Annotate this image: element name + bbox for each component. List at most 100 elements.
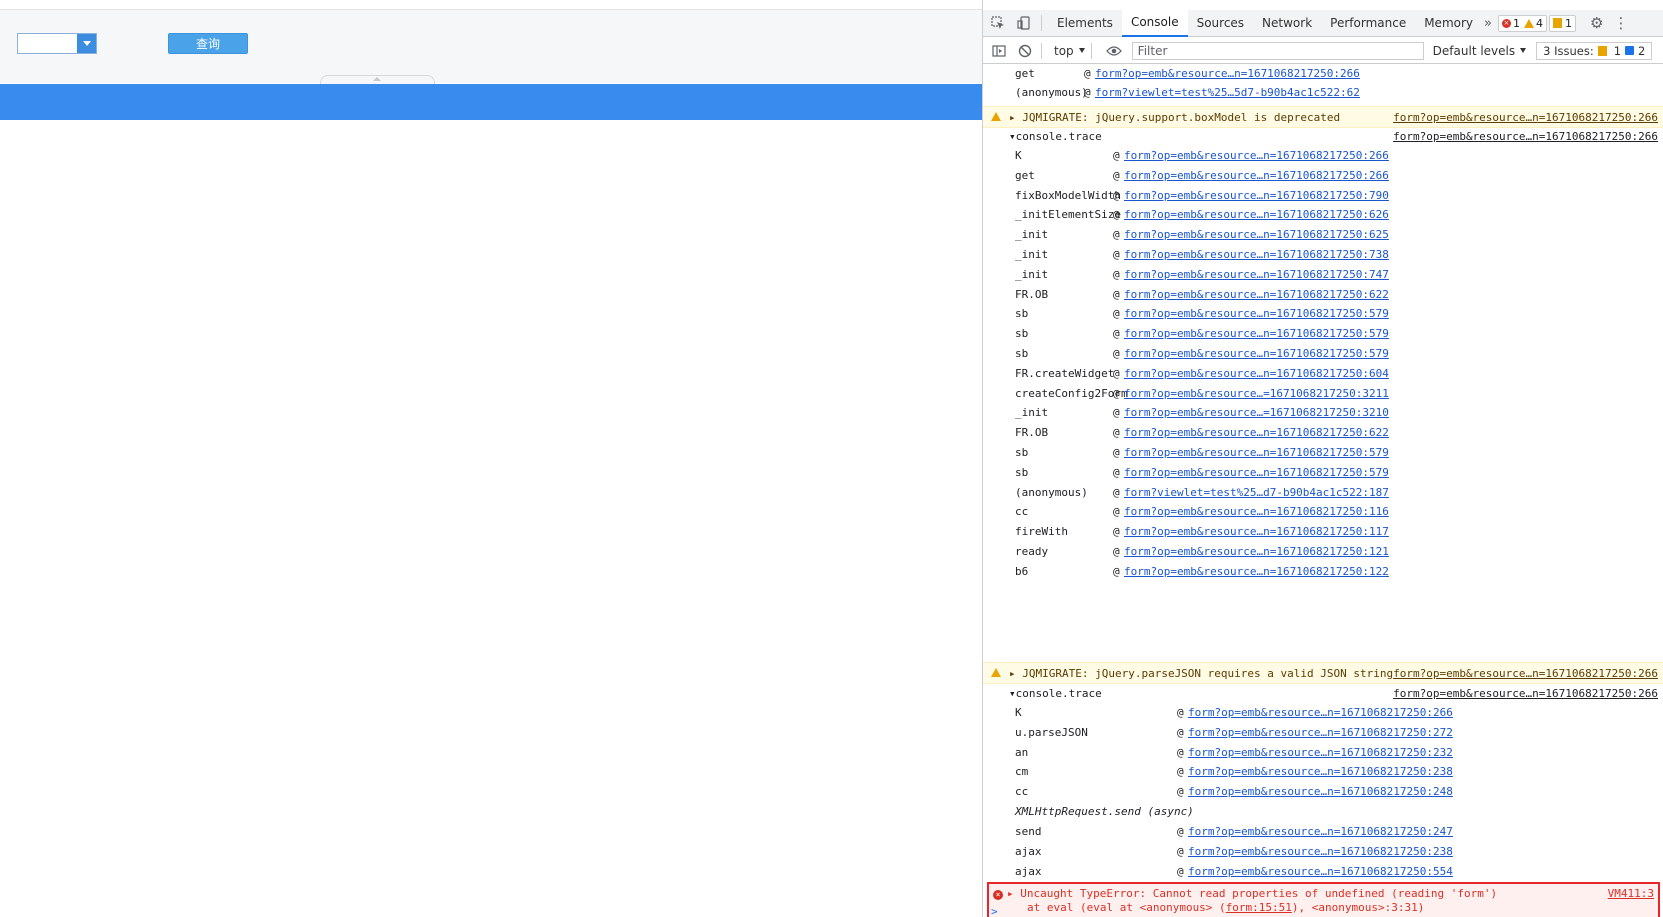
warning-icon bbox=[991, 668, 1001, 677]
stack-frame-link[interactable]: form?op=emb&resource…n=1671068217250:622 bbox=[1124, 423, 1389, 443]
stack-frame-link[interactable]: form?viewlet=test%25…5d7-b90b4ac1c522:62 bbox=[1095, 83, 1360, 103]
stack-frame-at: @ bbox=[1113, 188, 1120, 202]
stack-frame-link[interactable]: form?op=emb&resource…n=1671068217250:248 bbox=[1188, 782, 1453, 802]
collapse-toggle[interactable] bbox=[320, 75, 435, 84]
error-warning-counter[interactable]: × 1 4 bbox=[1497, 14, 1547, 32]
stack-frame-at: @ bbox=[1113, 406, 1120, 420]
eye-icon[interactable] bbox=[1104, 41, 1124, 61]
console-warning-message[interactable]: ▸ JQMIGRATE: jQuery.support.boxModel is … bbox=[983, 106, 1663, 128]
stack-frame-function: sb bbox=[1015, 307, 1029, 321]
stack-frame-link[interactable]: form?op=emb&resource…n=1671068217250:266 bbox=[1124, 146, 1389, 166]
stack-frame-at: @ bbox=[1113, 366, 1120, 380]
more-tabs-button[interactable]: » bbox=[1484, 16, 1492, 31]
stack-frame-link[interactable]: form?op=emb&resource…n=1671068217250:626 bbox=[1124, 205, 1389, 225]
kebab-icon[interactable]: ⋮ bbox=[1613, 14, 1628, 32]
stack-frame-link[interactable]: form?op=emb&resource…n=1671068217250:116 bbox=[1124, 502, 1389, 522]
stack-frame-function: _init bbox=[1015, 267, 1049, 281]
tab-console[interactable]: Console bbox=[1121, 9, 1188, 37]
tab-performance[interactable]: Performance bbox=[1321, 10, 1415, 37]
tab-network[interactable]: Network bbox=[1253, 10, 1321, 37]
log-levels-dropdown[interactable]: Default levels bbox=[1433, 44, 1527, 58]
info-icon bbox=[1625, 46, 1635, 55]
console-error-message[interactable]: × ▸ Uncaught TypeError: Cannot read prope… bbox=[987, 882, 1660, 917]
stack-frame-link[interactable]: form?op=emb&resource…n=1671068217250:238 bbox=[1188, 762, 1453, 782]
stack-frame-function: FR.OB bbox=[1015, 287, 1049, 301]
issues-button[interactable]: 3 Issues: 1 2 bbox=[1536, 41, 1653, 60]
trace-source-link[interactable]: form?op=emb&resource…n=1671068217250:266 bbox=[1393, 127, 1658, 147]
stack-frame-link[interactable]: form?op=emb&resource…n=1671068217250:247 bbox=[1188, 822, 1453, 842]
error-stack-link[interactable]: form:15:51 bbox=[1226, 901, 1292, 914]
stack-frame-link[interactable]: form?op=emb&resource…n=1671068217250:117 bbox=[1124, 522, 1389, 542]
stack-frame-link[interactable]: form?op=emb&resource…=1671068217250:3210 bbox=[1124, 403, 1389, 423]
stack-frame-function: fixBoxModelWidth bbox=[1015, 188, 1121, 202]
stack-frame-at: @ bbox=[1113, 446, 1120, 459]
stack-frame-link[interactable]: form?op=emb&resource…n=1671068217250:579 bbox=[1124, 344, 1389, 364]
stack-frame-function: FR.OB bbox=[1015, 426, 1049, 440]
combo-box[interactable] bbox=[17, 33, 97, 54]
stack-frame-link[interactable]: form?viewlet=test%25…d7-b90b4ac1c522:187 bbox=[1124, 483, 1389, 503]
stack-frame-link[interactable]: form?op=emb&resource…n=1671068217250:738 bbox=[1124, 245, 1389, 265]
web-page: 查询 bbox=[0, 0, 982, 917]
combo-dropdown-button[interactable] bbox=[77, 34, 96, 53]
console-prompt[interactable]: > bbox=[991, 905, 998, 917]
inspect-icon[interactable] bbox=[987, 12, 1009, 34]
issues-warn-count: 1 bbox=[1613, 43, 1622, 58]
stack-frame-link[interactable]: form?op=emb&resource…n=1671068217250:579 bbox=[1124, 324, 1389, 344]
stack-frame-link[interactable]: form?op=emb&resource…n=1671068217250:790 bbox=[1124, 186, 1389, 206]
stack-frame-link[interactable]: form?op=emb&resource…n=1671068217250:604 bbox=[1124, 364, 1389, 384]
stack-frame-function: _init bbox=[1015, 228, 1049, 242]
stack-frame-function: get bbox=[1015, 168, 1035, 182]
stack-frame-link[interactable]: form?op=emb&resource…n=1671068217250:121 bbox=[1124, 542, 1389, 562]
stack-frame-at: @ bbox=[1113, 545, 1120, 558]
stack-frame-link[interactable]: form?op=emb&resource…n=1671068217250:625 bbox=[1124, 225, 1389, 245]
stack-frame-at: @ bbox=[1113, 327, 1120, 341]
stack-frame-link[interactable]: form?op=emb&resource…n=1671068217250:266 bbox=[1095, 64, 1360, 84]
stack-frame-link[interactable]: form?op=emb&resource…n=1671068217250:747 bbox=[1124, 265, 1389, 285]
stack-frame-link[interactable]: form?op=emb&resource…n=1671068217250:622 bbox=[1124, 285, 1389, 305]
stack-frame-at: @ bbox=[1113, 228, 1120, 242]
error-stack-prefix: at eval (eval at <anonymous> ( bbox=[1027, 901, 1226, 914]
stack-frame-link[interactable]: form?op=emb&resource…n=1671068217250:272 bbox=[1188, 723, 1453, 743]
stack-frame-at: @ bbox=[1177, 864, 1184, 878]
tab-elements[interactable]: Elements bbox=[1048, 10, 1122, 37]
tab-sources[interactable]: Sources bbox=[1188, 10, 1253, 37]
stack-frame-link[interactable]: form?op=emb&resource…n=1671068217250:266 bbox=[1188, 703, 1453, 723]
stack-frame-function: _init bbox=[1015, 248, 1049, 261]
console-trace-group[interactable]: ▾console.trace bbox=[1009, 684, 1102, 704]
stack-frame-link[interactable]: form?op=emb&resource…n=1671068217250:232 bbox=[1188, 743, 1453, 763]
stack-frame-link[interactable]: form?op=emb&resource…n=1671068217250:554 bbox=[1188, 862, 1453, 882]
context-selector[interactable]: top bbox=[1054, 44, 1085, 58]
stack-frame-link[interactable]: form?op=emb&resource…n=1671068217250:122 bbox=[1124, 562, 1389, 582]
warning-source-link[interactable]: form?op=emb&resource…n=1671068217250:266 bbox=[1393, 663, 1658, 685]
trace-source-link[interactable]: form?op=emb&resource…n=1671068217250:266 bbox=[1393, 684, 1658, 704]
stack-frame-link[interactable]: form?op=emb&resource…n=1671068217250:266 bbox=[1124, 166, 1389, 186]
stack-frame-link[interactable]: form?op=emb&resource…n=1671068217250:579 bbox=[1124, 463, 1389, 483]
console-output[interactable]: get @ form?op=emb&resource…n=1671068217250… bbox=[983, 65, 1663, 917]
issues-info-count: 2 bbox=[1638, 43, 1646, 58]
stack-frame-link[interactable]: form?op=emb&resource…n=1671068217250:238 bbox=[1188, 842, 1453, 862]
stack-frame-at: @ bbox=[1177, 825, 1184, 838]
stack-frame-function: b6 bbox=[1015, 564, 1029, 578]
console-warning-message[interactable]: ▸ JQMIGRATE: jQuery.parseJSON requires a… bbox=[983, 662, 1663, 684]
filter-input[interactable] bbox=[1131, 41, 1424, 60]
stack-frame-link[interactable]: form?op=emb&resource…n=1671068217250:579 bbox=[1124, 443, 1389, 463]
stack-frame-at: @ bbox=[1113, 208, 1120, 222]
sidebar-icon[interactable] bbox=[989, 41, 1009, 61]
stack-frame-function: createConfig2Form bbox=[1015, 386, 1128, 400]
stack-frame-at: @ bbox=[1177, 785, 1184, 799]
warning-source-link[interactable]: form?op=emb&resource…n=1671068217250:266 bbox=[1393, 107, 1658, 129]
toolbar-separator bbox=[1090, 42, 1092, 59]
stack-frame-function: sb bbox=[1015, 347, 1029, 360]
query-button[interactable]: 查询 bbox=[168, 33, 248, 54]
device-icon[interactable] bbox=[1013, 12, 1035, 34]
gear-icon[interactable]: ⚙ bbox=[1590, 14, 1603, 32]
stack-frame-function: _initElementSize bbox=[1015, 208, 1121, 222]
console-trace-group[interactable]: ▾console.trace bbox=[1009, 127, 1102, 147]
clear-icon[interactable] bbox=[1015, 41, 1035, 61]
issues-counter[interactable]: 1 bbox=[1548, 14, 1576, 32]
issue-count: 1 bbox=[1564, 16, 1572, 30]
error-source-link[interactable]: VM411:3 bbox=[1608, 887, 1654, 900]
stack-frame-link[interactable]: form?op=emb&resource…=1671068217250:3211 bbox=[1124, 384, 1389, 404]
stack-frame-link[interactable]: form?op=emb&resource…n=1671068217250:579 bbox=[1124, 304, 1389, 324]
tab-memory[interactable]: Memory bbox=[1415, 10, 1482, 37]
